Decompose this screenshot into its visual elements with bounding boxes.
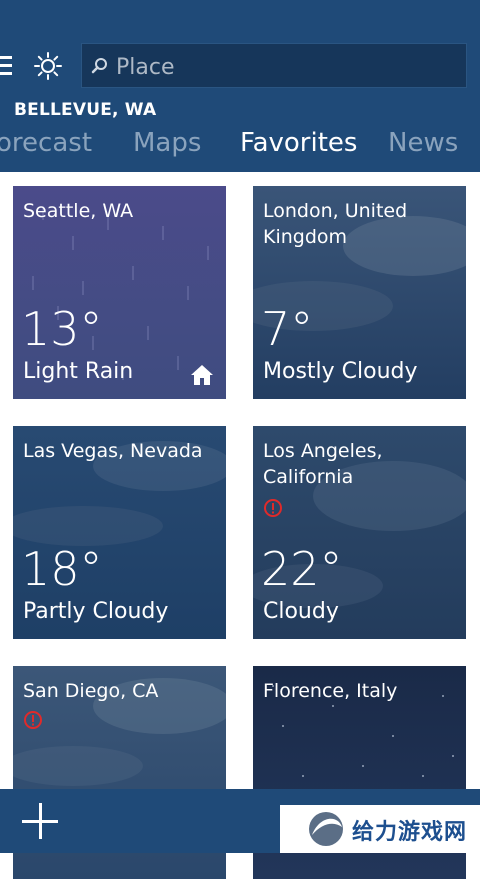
search-input[interactable] [114, 50, 458, 84]
favorite-tile-los-angeles[interactable]: Los Angeles, California 22° Cloudy [253, 426, 466, 639]
city-name: London, United Kingdom [263, 200, 408, 248]
favorite-tile-london[interactable]: London, United Kingdom 7° Mostly Cloudy [253, 186, 466, 399]
tab-favorites[interactable]: Favorites [240, 128, 357, 158]
header: BELLEVUE, WA Forecast Maps Favorites New… [0, 0, 480, 172]
search-icon [91, 58, 107, 74]
temperature: 18° [21, 542, 103, 596]
tab-news[interactable]: News [388, 128, 458, 158]
tab-bar: Forecast Maps Favorites News [0, 128, 480, 168]
city-name: Los Angeles, California [263, 440, 383, 488]
temperature: 22° [261, 542, 343, 596]
tab-forecast[interactable]: Forecast [0, 128, 92, 158]
watermark-logo [309, 812, 343, 846]
city-name: Seattle, WA [23, 200, 134, 222]
alert-icon[interactable] [23, 710, 43, 730]
current-location: BELLEVUE, WA [14, 100, 157, 120]
city-name: Florence, Italy [263, 680, 398, 702]
favorite-tile-las-vegas[interactable]: Las Vegas, Nevada 18° Partly Cloudy [13, 426, 226, 639]
home-icon [191, 365, 213, 385]
plus-icon[interactable] [22, 803, 58, 839]
temperature: 7° [261, 302, 314, 356]
watermark-text: 给力游戏网 [352, 820, 468, 845]
condition: Light Rain [23, 359, 134, 384]
alert-icon[interactable] [263, 498, 283, 518]
condition: Cloudy [263, 599, 339, 624]
condition: Mostly Cloudy [263, 359, 418, 384]
temperature: 13° [21, 302, 103, 356]
hamburger-menu-icon[interactable] [0, 56, 14, 76]
watermark: 给力游戏网 [280, 805, 480, 853]
city-name: Las Vegas, Nevada [23, 440, 203, 462]
sun-icon[interactable] [34, 52, 62, 80]
city-name: San Diego, CA [23, 680, 159, 702]
favorite-tile-seattle[interactable]: Seattle, WA 13° Light Rain [13, 186, 226, 399]
condition: Partly Cloudy [23, 599, 169, 624]
tab-maps[interactable]: Maps [133, 128, 201, 158]
search-box[interactable] [81, 43, 467, 88]
